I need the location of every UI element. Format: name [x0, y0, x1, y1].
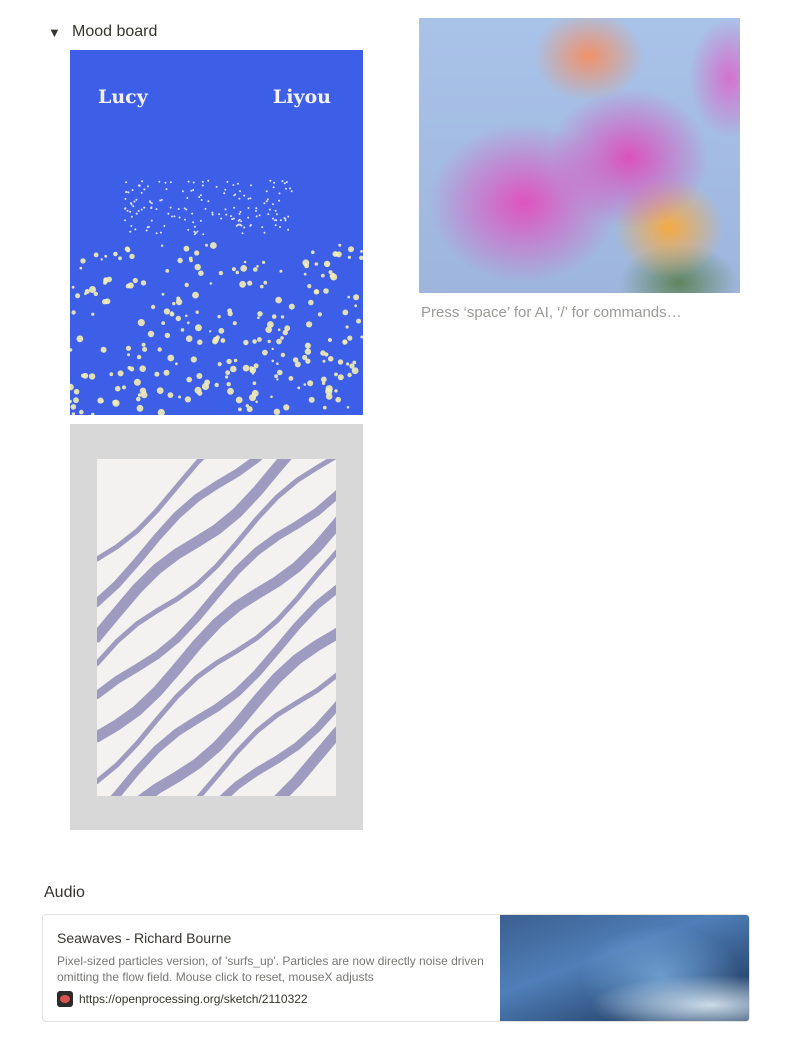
moodboard-title: Mood board: [72, 23, 158, 40]
audio-heading: Audio: [44, 884, 85, 901]
openprocessing-favicon-icon: [57, 991, 73, 1007]
moodboard-toggle[interactable]: ▼ Mood board: [48, 20, 157, 44]
surfs-poster-image[interactable]: [70, 424, 363, 830]
bookmark-url: https://openprocessing.org/sketch/211032…: [79, 992, 308, 1006]
editor-placeholder[interactable]: Press ‘space’ for AI, ‘/’ for commands…: [421, 304, 682, 321]
poster-text-right: Liyou: [272, 86, 331, 108]
bookmark-title: Seawaves - Richard Bourne: [57, 930, 232, 946]
triangle-down-icon[interactable]: ▼: [48, 25, 64, 40]
bookmark-description: Pixel-sized particles version, of 'surfs…: [57, 954, 484, 984]
poster-text-left: Lucy: [98, 86, 148, 108]
wave-pattern-artwork: [97, 459, 336, 796]
bookmark-cover-image: [500, 915, 749, 1021]
bookmark-card[interactable]: Seawaves - Richard Bourne Pixel-sized pa…: [42, 914, 750, 1022]
flowers-image[interactable]: [419, 18, 740, 293]
poster-paper: [97, 459, 336, 796]
lucy-liyou-poster-image[interactable]: Lucy Liyou: [70, 50, 363, 415]
bookmark-link: https://openprocessing.org/sketch/211032…: [57, 991, 308, 1007]
